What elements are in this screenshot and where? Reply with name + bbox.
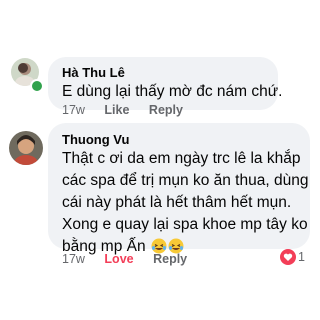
comment-2: Thuong Vu Thật c ơi da em ngày trc lê la… <box>0 120 320 320</box>
comment-text-line: các spa để trị mụn ko ăn thua, dùng <box>62 172 309 189</box>
comment-actions: 17w Like Reply <box>62 103 199 117</box>
comment-timestamp[interactable]: 17w <box>62 103 85 117</box>
comment-actions: 17w Love Reply <box>62 252 203 266</box>
love-reaction-button[interactable]: Love <box>104 252 133 266</box>
reaction-summary[interactable]: 1 <box>280 247 310 267</box>
comment-bubble[interactable]: Thuong Vu Thật c ơi da em ngày trc lê la… <box>48 123 310 255</box>
comment-text-line: Xong e quay lại spa khoe mp tây ko <box>62 216 308 233</box>
comment-text: Thật c ơi da em ngày trc lê la khắp các … <box>62 148 312 258</box>
comment-text-line: cái này phát là hết thâm hết mụn. <box>62 194 292 211</box>
comment-1: Hà Thu Lê E dùng lại thấy mờ đc nám chứ.… <box>0 0 320 125</box>
heart-icon <box>280 249 296 265</box>
like-button[interactable]: Like <box>104 103 129 117</box>
comment-author[interactable]: Thuong Vu <box>62 132 129 147</box>
reply-button[interactable]: Reply <box>153 252 187 266</box>
comment-author[interactable]: Hà Thu Lê <box>62 65 125 80</box>
online-status-indicator <box>30 79 44 93</box>
comment-text-line: Thật c ơi da em ngày trc lê la khắp <box>62 150 301 167</box>
comment-timestamp[interactable]: 17w <box>62 252 85 266</box>
reply-button[interactable]: Reply <box>149 103 183 117</box>
reaction-count: 1 <box>298 250 305 264</box>
avatar-photo-icon <box>9 131 43 165</box>
avatar[interactable] <box>9 131 43 165</box>
comment-text: E dùng lại thấy mờ đc nám chứ. <box>62 83 283 100</box>
